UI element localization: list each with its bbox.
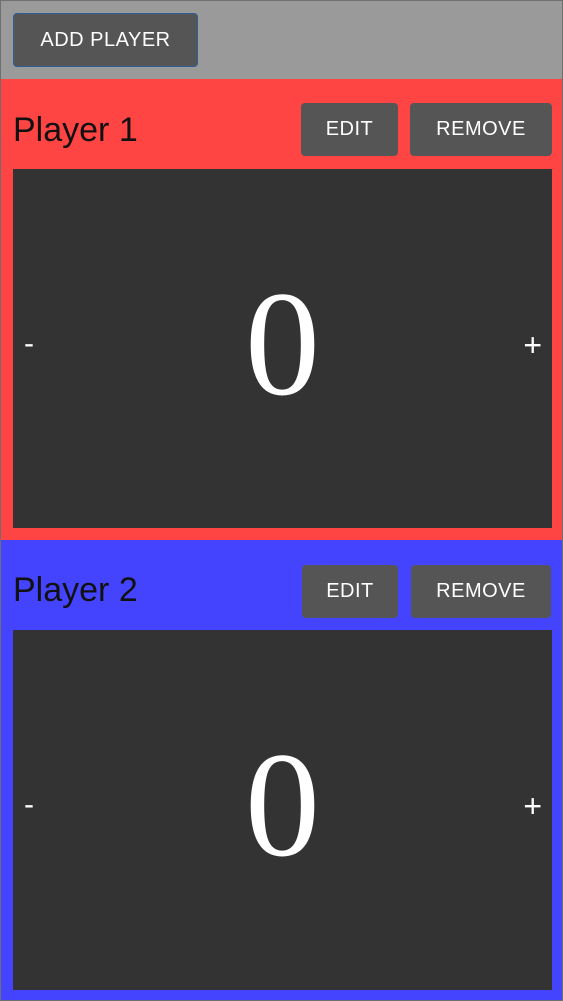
top-toolbar: ADD PLAYER <box>0 0 563 79</box>
add-player-button[interactable]: ADD PLAYER <box>13 13 198 67</box>
increment-button[interactable]: + <box>523 790 542 822</box>
player-name: Player 2 <box>13 571 138 609</box>
remove-player-button[interactable]: REMOVE <box>411 565 551 618</box>
player-name: Player 1 <box>13 111 138 149</box>
edit-player-button[interactable]: EDIT <box>302 565 398 618</box>
edit-player-button[interactable]: EDIT <box>301 103 398 156</box>
score-value: 0 <box>245 261 320 427</box>
remove-player-button[interactable]: REMOVE <box>410 103 552 156</box>
score-panel: - 0 + <box>13 169 552 528</box>
score-value: 0 <box>245 722 320 888</box>
player-card-2: Player 2 EDIT REMOVE - 0 + <box>0 540 563 1001</box>
increment-button[interactable]: + <box>523 329 542 361</box>
score-panel: - 0 + <box>13 630 552 990</box>
player-card-1: Player 1 EDIT REMOVE - 0 + <box>0 79 563 540</box>
